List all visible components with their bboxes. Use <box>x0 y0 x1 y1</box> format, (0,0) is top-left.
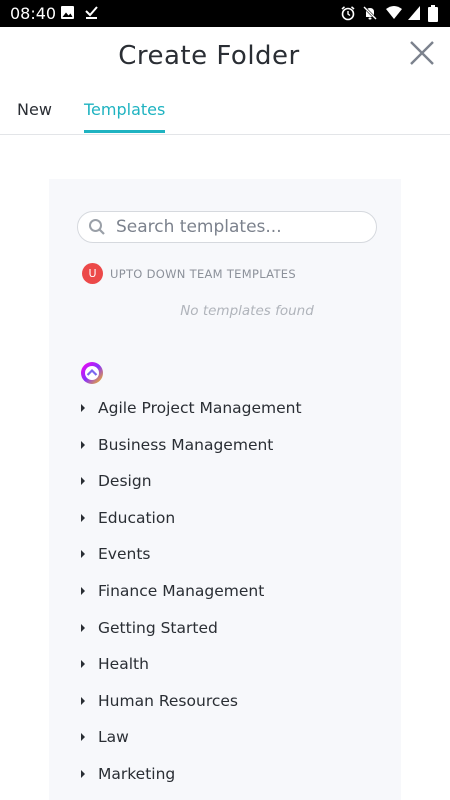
category-item-getting-started[interactable]: Getting Started <box>49 617 401 647</box>
category-label: Business Management <box>98 435 274 454</box>
header: Create Folder <box>0 27 450 83</box>
caret-right-icon <box>81 404 85 412</box>
caret-right-icon <box>81 513 85 522</box>
category-label: Law <box>98 728 129 747</box>
category-label: Getting Started <box>98 618 218 637</box>
caret-right-icon <box>81 440 85 449</box>
category-item-design[interactable]: Design <box>49 470 401 500</box>
category-label: Finance Management <box>98 582 265 600</box>
wifi-icon <box>386 6 402 19</box>
status-bar: 08:40 <box>0 0 450 27</box>
team-templates-label: UPTO DOWN TEAM TEMPLATES <box>110 267 296 281</box>
caret-right-icon <box>81 733 85 742</box>
category-label: Agile Project Management <box>98 399 302 417</box>
search-box[interactable] <box>77 211 377 243</box>
search-icon <box>89 219 105 235</box>
tab-bar: New Templates <box>0 92 450 135</box>
search-input[interactable] <box>116 215 366 239</box>
caret-right-icon <box>81 696 85 705</box>
caret-right-icon <box>81 623 85 632</box>
category-label: Health <box>98 655 149 674</box>
category-item-events[interactable]: Events <box>49 543 401 573</box>
caret-right-icon <box>81 587 85 595</box>
cell-signal-icon <box>408 6 420 20</box>
category-label: Events <box>98 545 151 564</box>
templates-panel: U UPTO DOWN TEAM TEMPLATES No templates … <box>49 179 401 800</box>
active-tab-indicator <box>84 130 165 133</box>
category-item-law[interactable]: Law <box>49 726 401 756</box>
category-label: Education <box>98 508 176 527</box>
close-icon[interactable] <box>408 39 436 67</box>
category-item-human-resources[interactable]: Human Resources <box>49 690 401 720</box>
category-item-finance-management[interactable]: Finance Management <box>49 580 401 610</box>
category-label: Marketing <box>98 765 176 783</box>
caret-right-icon <box>81 660 85 669</box>
clickup-logo-icon <box>81 362 103 384</box>
tab-new[interactable]: New <box>17 100 52 119</box>
notifications-off-icon <box>363 6 377 20</box>
alarm-icon <box>341 6 355 21</box>
avatar: U <box>82 263 103 284</box>
category-label: Human Resources <box>98 691 238 710</box>
battery-icon <box>428 5 438 22</box>
category-item-health[interactable]: Health <box>49 653 401 683</box>
empty-state-text: No templates found <box>180 303 314 319</box>
category-item-marketing[interactable]: Marketing <box>49 763 401 793</box>
page-title: Create Folder <box>118 41 300 71</box>
caret-right-icon <box>81 550 85 559</box>
status-time: 08:40 <box>10 4 57 23</box>
category-item-agile-project-management[interactable]: Agile Project Management <box>49 397 401 427</box>
tab-templates[interactable]: Templates <box>84 100 165 119</box>
caret-right-icon <box>81 477 85 486</box>
category-label: Design <box>98 472 152 491</box>
image-icon <box>61 6 74 19</box>
category-item-education[interactable]: Education <box>49 507 401 537</box>
category-item-business-management[interactable]: Business Management <box>49 434 401 464</box>
download-done-icon <box>85 6 98 19</box>
caret-right-icon <box>81 770 85 778</box>
